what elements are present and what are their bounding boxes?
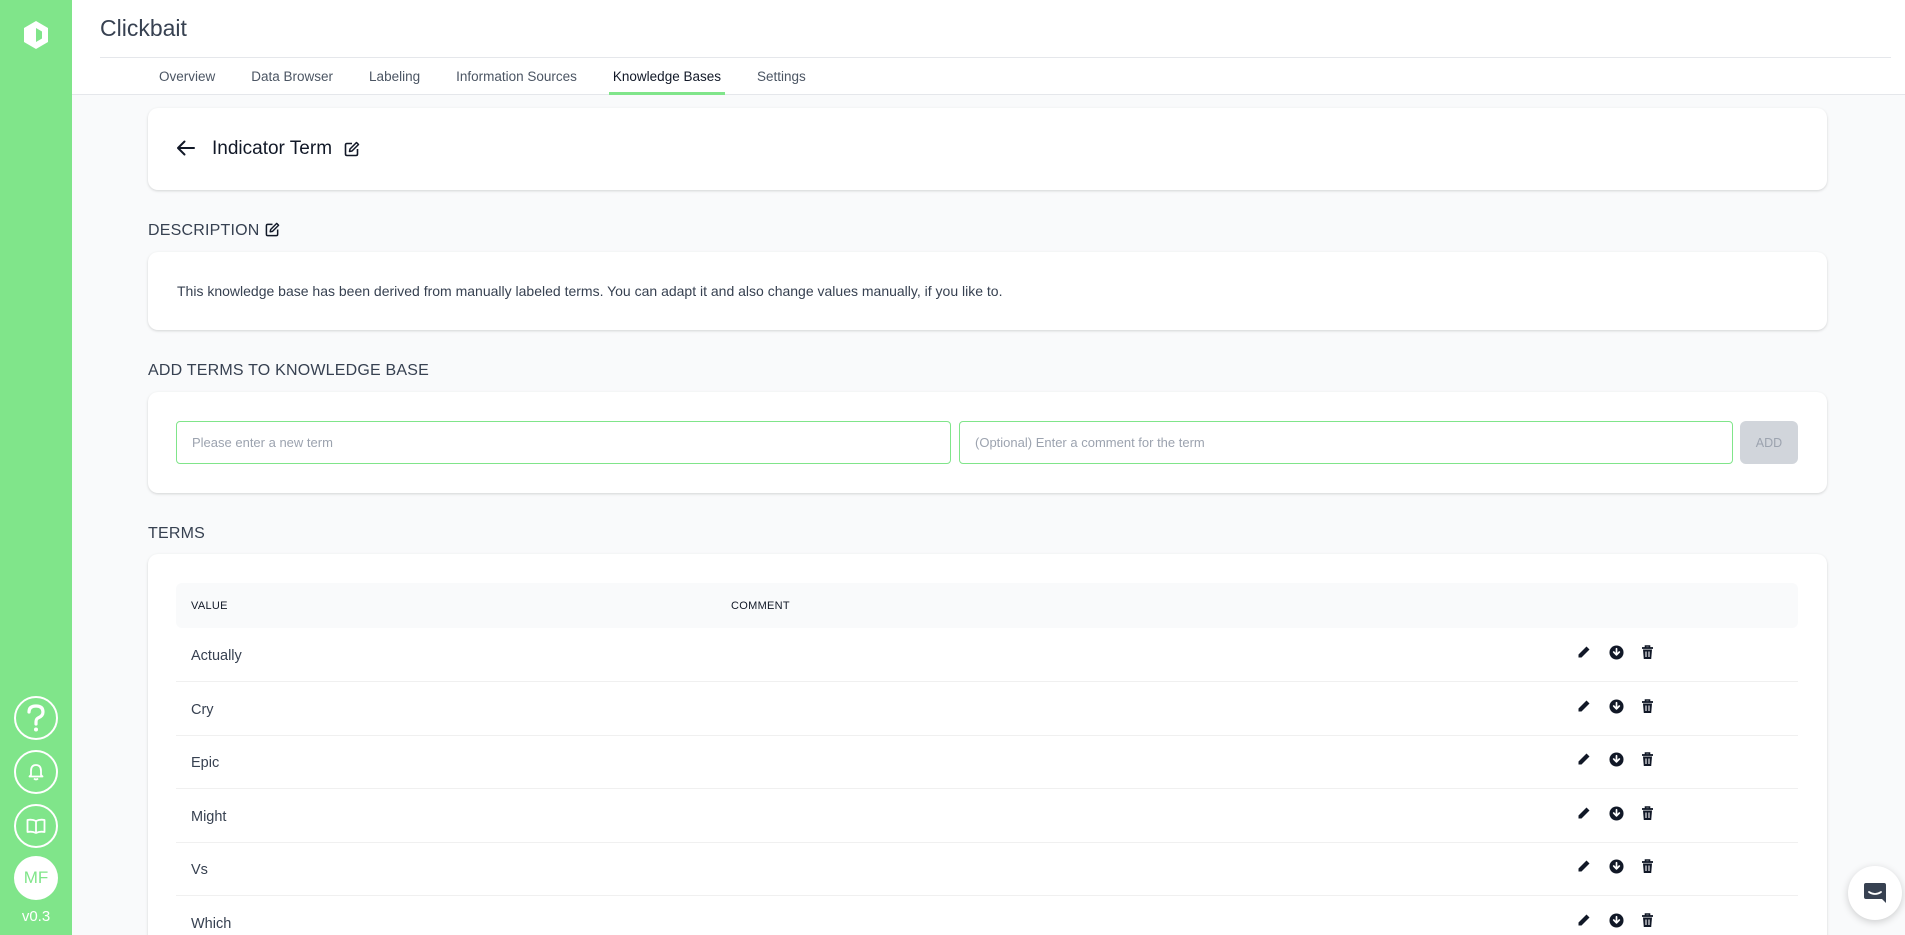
description-card: This knowledge base has been derived fro… (148, 252, 1827, 330)
page-title: Indicator Term (212, 138, 333, 159)
table-row: Might (176, 790, 1798, 843)
user-avatar[interactable]: MF (14, 856, 58, 900)
app-version: v0.3 (21, 908, 51, 925)
term-value: Which (191, 915, 232, 932)
back-arrow-icon[interactable] (176, 139, 196, 162)
download-icon[interactable] (1609, 912, 1624, 933)
table-row: Vs (176, 843, 1798, 896)
tab-knowledge-bases[interactable]: Knowledge Bases (608, 58, 725, 95)
edit-title-icon[interactable] (344, 141, 360, 162)
chat-support-button[interactable] (1848, 866, 1902, 920)
term-value: Vs (191, 862, 208, 878)
table-row: Epic (176, 736, 1798, 789)
help-icon[interactable] (14, 696, 58, 740)
download-icon[interactable] (1609, 752, 1624, 772)
add-term-button[interactable]: ADD (1740, 421, 1798, 464)
edit-description-icon[interactable] (265, 222, 280, 242)
trash-icon[interactable] (1641, 859, 1654, 879)
term-comment-input[interactable] (959, 421, 1733, 464)
project-title: Clickbait (100, 15, 187, 41)
new-term-input[interactable] (176, 421, 951, 464)
book-icon[interactable] (14, 804, 58, 848)
terms-heading: TERMS (148, 525, 205, 542)
tab-data-browser[interactable]: Data Browser (247, 58, 337, 95)
bell-icon[interactable] (14, 750, 58, 794)
pencil-icon[interactable] (1577, 699, 1591, 718)
sidebar: MF v0.3 (0, 0, 72, 935)
table-row: Which (176, 897, 1798, 935)
top-bar: Clickbait Overview Data Browser Labeling… (72, 0, 1905, 95)
trash-icon[interactable] (1641, 645, 1654, 665)
pencil-icon[interactable] (1577, 752, 1591, 771)
trash-icon[interactable] (1641, 805, 1654, 826)
chat-icon (1864, 883, 1886, 903)
table-header: VALUE COMMENT (176, 583, 1798, 628)
term-value: Might (191, 808, 227, 825)
trash-icon[interactable] (1641, 752, 1654, 772)
add-terms-card: ADD (148, 392, 1827, 493)
pencil-icon[interactable] (1577, 913, 1591, 932)
pencil-icon[interactable] (1577, 859, 1591, 878)
pencil-icon[interactable] (1577, 806, 1591, 825)
knowledge-base-header: Indicator Term (148, 108, 1827, 190)
tab-information-sources[interactable]: Information Sources (452, 58, 581, 95)
download-icon[interactable] (1609, 859, 1624, 879)
description-heading: DESCRIPTION (148, 222, 260, 239)
table-row: Actually (176, 629, 1798, 682)
term-value: Epic (191, 755, 220, 771)
tab-settings[interactable]: Settings (753, 58, 810, 95)
term-value: Actually (191, 648, 242, 664)
column-header-comment: COMMENT (731, 600, 790, 612)
trash-icon[interactable] (1641, 698, 1654, 719)
terms-table: VALUE COMMENT Actually Cry Epic Might Vs Whic… (148, 554, 1827, 935)
project-tabs: Overview Data Browser Labeling Informati… (155, 58, 838, 95)
description-text: This knowledge base has been derived fro… (177, 283, 1003, 299)
download-icon[interactable] (1609, 645, 1624, 665)
term-value: Cry (191, 701, 214, 718)
trash-icon[interactable] (1641, 912, 1654, 933)
add-terms-heading: ADD TERMS TO KNOWLEDGE BASE (148, 362, 430, 379)
tab-labeling[interactable]: Labeling (365, 58, 424, 95)
column-header-value: VALUE (191, 600, 228, 612)
pencil-icon[interactable] (1577, 645, 1591, 664)
download-icon[interactable] (1609, 698, 1624, 719)
download-icon[interactable] (1609, 805, 1624, 826)
tab-overview[interactable]: Overview (155, 58, 219, 95)
table-row: Cry (176, 683, 1798, 736)
app-logo-icon[interactable] (22, 20, 50, 50)
